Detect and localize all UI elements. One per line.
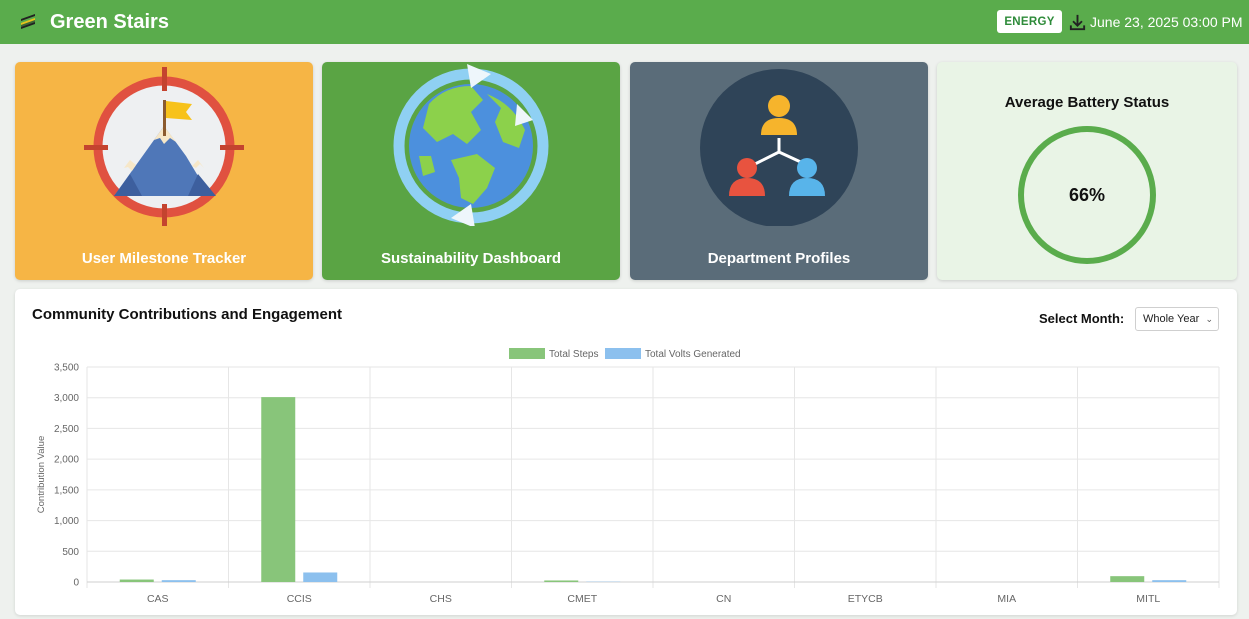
card-label: Department Profiles	[707, 250, 851, 267]
user-milestone-tracker-card[interactable]: User Milestone Tracker	[15, 62, 313, 280]
bar-total-steps-cmet	[544, 580, 579, 582]
battery-percent: 66%	[1068, 184, 1106, 205]
x-tick-label: CN	[716, 593, 731, 605]
card-label: User Milestone Tracker	[81, 250, 247, 267]
stairs-logo-icon	[21, 14, 35, 29]
bar-total-volts-mitl	[1152, 580, 1187, 582]
top-header: Green Stairs ENERGY June 23, 2025 03:00 …	[0, 0, 1249, 44]
y-tick-label: 2,000	[54, 455, 79, 466]
legend-label: Total Volts Generated	[645, 349, 741, 360]
department-profiles-card[interactable]: Department Profiles	[630, 62, 928, 280]
current-datetime: June 23, 2025 03:00 PM	[1090, 14, 1243, 30]
y-tick-label: 3,500	[54, 363, 79, 374]
org-chart-people-icon	[700, 69, 858, 226]
bar-total-steps-mitl	[1110, 576, 1145, 582]
x-tick-label: CAS	[147, 593, 169, 605]
datetime-display: June 23, 2025 03:00 PM	[1068, 11, 1243, 33]
y-tick-label: 0	[73, 578, 79, 589]
legend-swatch	[509, 348, 545, 359]
bar-total-steps-ccis	[261, 397, 296, 582]
sustainability-dashboard-card[interactable]: Sustainability Dashboard	[322, 62, 620, 280]
x-tick-label: MIA	[997, 593, 1016, 605]
legend-swatch	[605, 348, 641, 359]
x-tick-label: CHS	[430, 593, 452, 605]
x-tick-label: MITL	[1136, 593, 1160, 605]
x-tick-label: CCIS	[287, 593, 312, 605]
bar-total-volts-ccis	[303, 572, 338, 582]
y-tick-label: 1,500	[54, 485, 79, 496]
y-tick-label: 2,500	[54, 424, 79, 435]
battery-status-card: Average Battery Status 66%	[937, 62, 1237, 280]
y-axis-label: Contribution Value	[36, 436, 47, 513]
x-tick-label: CMET	[567, 593, 597, 605]
legend-label: Total Steps	[549, 349, 598, 360]
bar-total-volts-cas	[161, 580, 196, 582]
contributions-panel: Community Contributions and Engagement S…	[15, 289, 1237, 615]
app-title: Green Stairs	[50, 10, 169, 33]
bar-total-steps-cas	[119, 579, 154, 582]
brand[interactable]: Green Stairs	[18, 9, 169, 35]
y-tick-label: 1,000	[54, 516, 79, 527]
y-tick-label: 3,000	[54, 393, 79, 404]
y-tick-label: 500	[62, 547, 79, 558]
mountain-flag-target-icon	[84, 67, 244, 226]
download-tray-icon[interactable]	[1068, 13, 1087, 32]
energy-badge[interactable]: ENERGY	[997, 10, 1062, 33]
battery-title: Average Battery Status	[1004, 94, 1170, 111]
card-label: Sustainability Dashboard	[380, 250, 562, 267]
x-tick-label: ETYCB	[848, 593, 883, 605]
recycle-globe-icon	[393, 64, 549, 226]
contributions-bar-chart: 0 500 1,000 1,500 2,000 2,500 3,000 3,500 CAS CCI…	[36, 348, 1220, 605]
